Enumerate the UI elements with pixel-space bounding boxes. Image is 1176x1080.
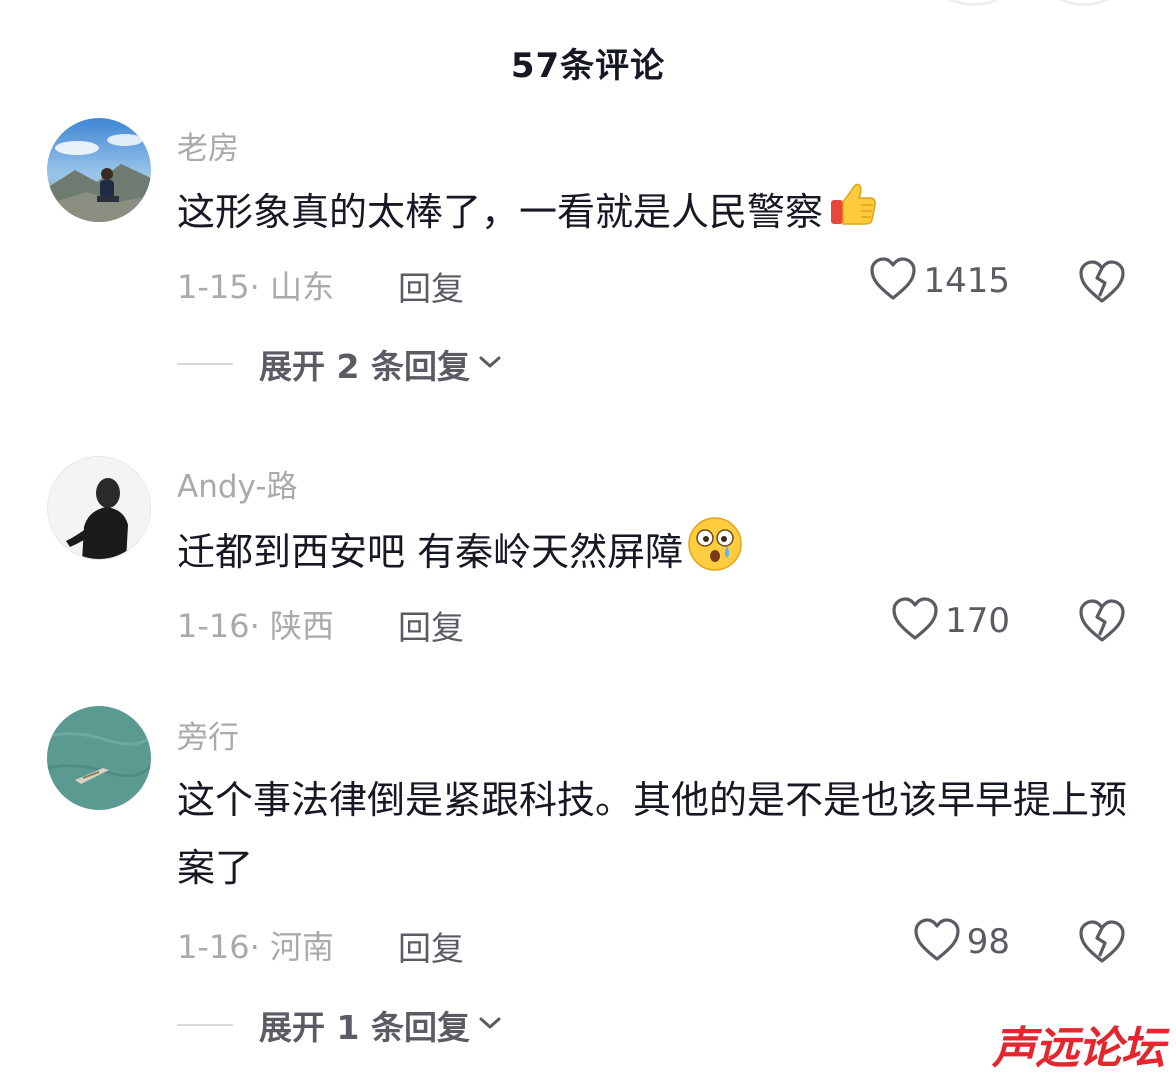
avatar[interactable] (47, 456, 151, 560)
heart-icon (891, 596, 939, 646)
like-button[interactable]: 1415 (869, 256, 1010, 306)
like-count: 1415 (923, 261, 1010, 301)
reply-button[interactable]: 回复 (398, 262, 464, 310)
expand-replies-button[interactable]: 展开 1 条回复 (177, 1001, 502, 1049)
comment-meta: 1-16· 河南 (177, 922, 334, 968)
like-count: 98 (966, 922, 1010, 962)
heart-icon (869, 256, 917, 306)
heart-icon (913, 917, 961, 967)
comment-date: 1-16 (177, 607, 250, 645)
comment-location: · 山东 (249, 268, 334, 306)
reply-button[interactable]: 回复 (398, 601, 464, 649)
comment-location: · 河南 (249, 928, 334, 966)
comment-username[interactable]: Andy-路 (177, 461, 298, 506)
comment-meta: 1-16· 陕西 (177, 601, 334, 647)
divider (177, 363, 233, 365)
avatar[interactable] (47, 706, 151, 810)
shocked-face-emoji-icon (687, 516, 743, 593)
comment-date: 1-15 (177, 268, 250, 306)
expand-replies-label: 展开 1 条回复 (259, 1008, 470, 1047)
broken-heart-icon (1078, 599, 1126, 648)
comment-text: 迁都到西安吧 有秦岭天然屏障 (177, 516, 1137, 593)
comment-text: 这个事法律倒是紧跟科技。其他的是不是也该早早提上预案了 (177, 778, 1128, 890)
chevron-down-icon (478, 354, 502, 374)
comment-date: 1-16 (177, 928, 250, 966)
comment-text-content: 迁都到西安吧 有秦岭天然屏障 (177, 530, 684, 574)
expand-replies-button[interactable]: 展开 2 条回复 (177, 340, 502, 388)
comment-meta: 1-15· 山东 (177, 262, 334, 308)
like-button[interactable]: 170 (891, 596, 1010, 646)
watermark-logo: 声远论坛 (992, 1023, 1165, 1074)
reply-button[interactable]: 回复 (398, 922, 464, 970)
comment-text: 这形象真的太棒了，一看就是人民警察 (177, 178, 1137, 251)
comment-username[interactable]: 老房 (177, 123, 239, 168)
comment-username[interactable]: 旁行 (177, 712, 239, 757)
chevron-down-icon (478, 1015, 502, 1035)
comment-location: · 陕西 (249, 607, 334, 645)
broken-heart-icon (1078, 920, 1126, 969)
avatar[interactable] (47, 118, 151, 222)
comment-text-content: 这形象真的太棒了，一看就是人民警察 (177, 190, 824, 234)
comments-count-title: 57条评论 (510, 46, 666, 86)
dislike-button[interactable] (1078, 259, 1126, 309)
like-button[interactable]: 98 (913, 917, 1010, 967)
dislike-button[interactable] (1078, 919, 1126, 969)
divider (177, 1024, 233, 1026)
thumbs-up-emoji-icon (827, 178, 879, 251)
dislike-button[interactable] (1078, 598, 1126, 648)
like-count: 170 (945, 601, 1010, 641)
expand-replies-label: 展开 2 条回复 (259, 347, 470, 386)
broken-heart-icon (1078, 260, 1126, 309)
top-edge-decoration (936, 0, 1122, 6)
